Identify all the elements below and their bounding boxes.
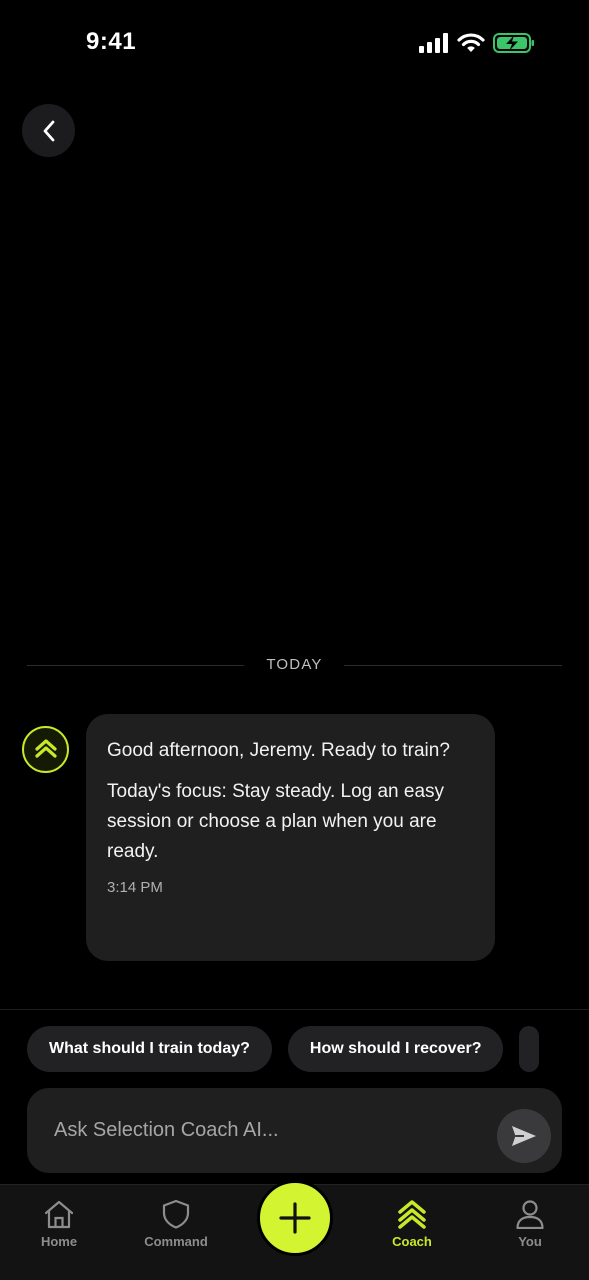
suggestion-chip-partial[interactable] xyxy=(519,1026,540,1072)
message-input[interactable] xyxy=(54,1108,484,1152)
tab-you-label: You xyxy=(518,1234,542,1249)
send-button[interactable] xyxy=(497,1109,551,1163)
status-time: 9:41 xyxy=(86,28,137,55)
shield-icon xyxy=(162,1199,190,1229)
tab-home-label: Home xyxy=(40,1234,78,1249)
tab-you[interactable]: You xyxy=(485,1199,575,1249)
suggestion-chips: What should I train today? How should I … xyxy=(27,1026,589,1072)
status-icons xyxy=(419,31,535,55)
divider-line-right xyxy=(344,665,562,666)
message-focus: Today's focus: Stay steady. Log an easy … xyxy=(107,781,445,862)
suggestion-chip-train-today[interactable]: What should I train today? xyxy=(27,1026,272,1072)
person-icon xyxy=(516,1200,544,1229)
back-button[interactable] xyxy=(22,104,75,157)
chevrons-up-icon xyxy=(398,1200,426,1229)
message-timestamp: 3:14 PM xyxy=(107,879,163,896)
suggestion-chip-recover[interactable]: How should I recover? xyxy=(287,1026,504,1072)
composer-divider xyxy=(0,1009,589,1010)
message-composer xyxy=(27,1088,562,1173)
home-icon xyxy=(44,1200,74,1229)
wifi-icon xyxy=(457,33,485,52)
coach-avatar xyxy=(22,726,69,773)
add-session-button[interactable] xyxy=(257,1180,333,1256)
plus-icon xyxy=(279,1202,311,1234)
tab-command[interactable]: Command xyxy=(131,1199,221,1249)
tab-command-label: Command xyxy=(144,1234,208,1249)
tab-coach-label: Coach xyxy=(392,1234,432,1249)
chevrons-up-icon xyxy=(34,738,57,758)
cellular-signal-icon xyxy=(419,33,448,53)
tab-coach[interactable]: Coach xyxy=(367,1199,457,1249)
battery-charging-icon xyxy=(493,33,534,53)
date-divider: TODAY xyxy=(27,654,562,676)
chevron-left-icon xyxy=(43,120,54,141)
coach-message-bubble: Good afternoon, Jeremy. Ready to train? … xyxy=(86,714,495,961)
send-icon xyxy=(512,1126,536,1146)
status-bar: 9:41 xyxy=(0,0,589,86)
message-greeting: Good afternoon, Jeremy. Ready to train? xyxy=(107,740,450,761)
tab-home[interactable]: Home xyxy=(14,1199,104,1249)
